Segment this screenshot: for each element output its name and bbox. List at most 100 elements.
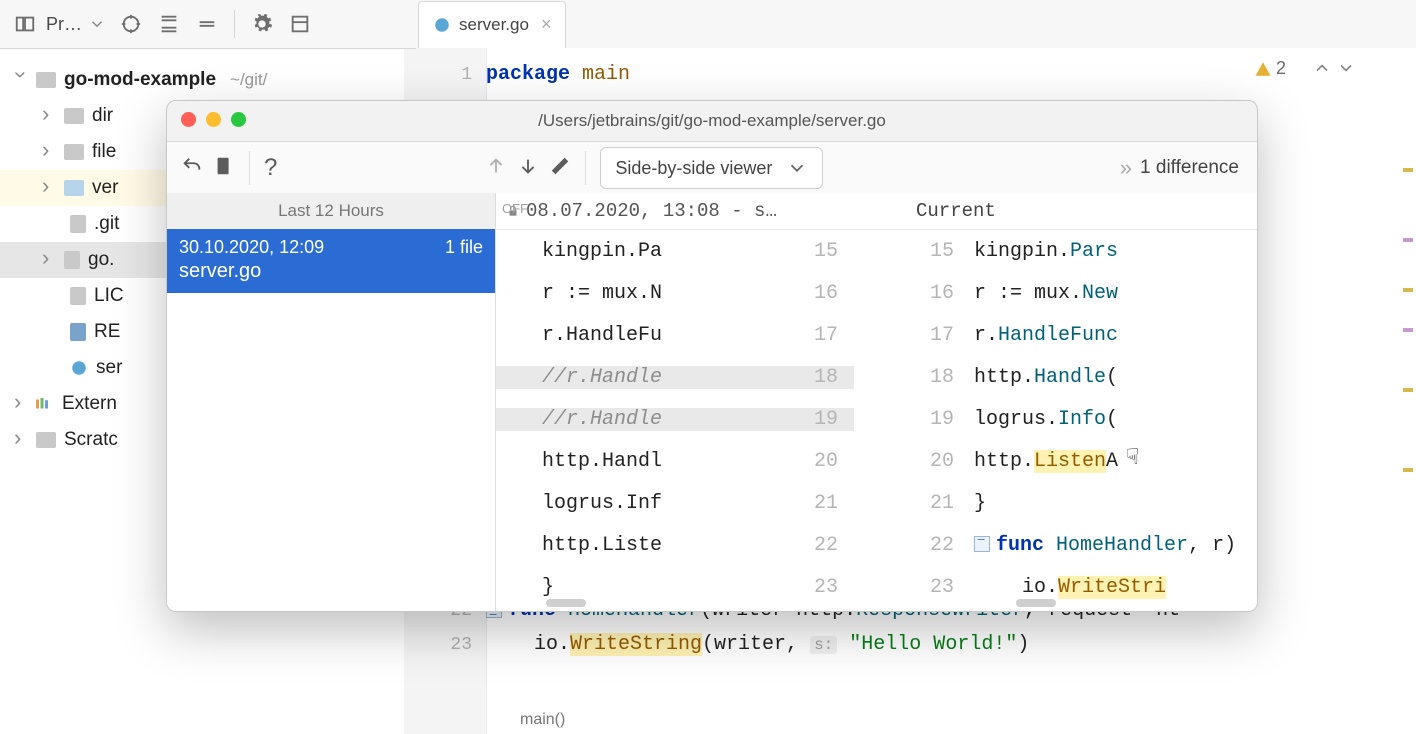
tree-root[interactable]: go-mod-example ~/git/: [0, 62, 404, 98]
prev-diff-icon[interactable]: [485, 155, 507, 181]
chevron-up-icon[interactable]: [1312, 58, 1332, 78]
new-line-number: 21: [894, 492, 964, 515]
close-window-icon[interactable]: [181, 112, 196, 127]
old-line-number: 16: [772, 282, 854, 305]
gear-icon[interactable]: [243, 5, 281, 43]
new-line-number: 17: [894, 324, 964, 347]
file-icon: [70, 215, 86, 233]
new-line-number: 19: [894, 408, 964, 431]
scroll-thumb[interactable]: [1016, 599, 1056, 607]
expand-all-icon[interactable]: [150, 5, 188, 43]
project-tool-icon[interactable]: [6, 5, 44, 43]
history-group-header: Last 12 Hours: [167, 193, 495, 229]
file-icon: [70, 287, 86, 305]
new-line-number: 22: [894, 534, 964, 557]
old-code: r.HandleFu: [496, 324, 772, 347]
old-line-number: 19: [772, 408, 854, 431]
hide-icon[interactable]: [281, 5, 319, 43]
chevron-down-icon[interactable]: [14, 61, 28, 99]
new-line-number: 15: [894, 240, 964, 263]
separator: [234, 10, 235, 38]
dialog-titlebar[interactable]: /Users/jetbrains/git/go-mod-example/serv…: [167, 101, 1257, 142]
project-dropdown[interactable]: Pr…: [46, 14, 106, 35]
file-icon: [64, 251, 80, 269]
old-code: kingpin.Pa: [496, 240, 772, 263]
folder-icon: [64, 144, 84, 160]
new-code: }: [964, 492, 1257, 515]
close-icon[interactable]: ×: [541, 14, 552, 35]
warning-icon: [1254, 60, 1272, 78]
history-item[interactable]: 30.10.2020, 12:091 file server.go: [167, 229, 495, 293]
chevron-right-icon[interactable]: [42, 241, 56, 279]
old-code: http.Liste: [496, 534, 772, 557]
new-code: http.Handle(: [964, 366, 1257, 389]
dialog-toolbar: ? Side-by-side viewer » 1 difference: [167, 142, 1257, 195]
old-line-number: 23: [772, 576, 854, 599]
hand-cursor-icon: ☟: [1126, 445, 1139, 471]
new-code: logrus.Info(: [964, 408, 1257, 431]
local-history-dialog: /Users/jetbrains/git/go-mod-example/serv…: [166, 100, 1258, 612]
breadcrumb[interactable]: main(): [486, 706, 565, 734]
tab-server-go[interactable]: server.go ×: [418, 1, 566, 48]
inspection-badge[interactable]: 2: [1254, 58, 1286, 79]
revert-icon[interactable]: [181, 155, 203, 181]
chevron-right-icon[interactable]: [14, 421, 28, 459]
old-code: //r.Handle: [496, 408, 772, 431]
diff-row[interactable]: //r.Handle1919logrus.Info(: [496, 398, 1257, 440]
diff-row[interactable]: kingpin.Pa1515kingpin.Pars: [496, 230, 1257, 272]
diff-row[interactable]: http.Liste2222func HomeHandler, r): [496, 524, 1257, 566]
new-line-number: 16: [894, 282, 964, 305]
gopher-icon: [433, 16, 451, 34]
new-line-number: 23: [894, 576, 964, 599]
chevron-right-icon[interactable]: [42, 97, 56, 135]
editor-scrollbar[interactable]: [1400, 108, 1416, 734]
old-code: r := mux.N: [496, 282, 772, 305]
diff-row[interactable]: r := mux.N1616r := mux.New: [496, 272, 1257, 314]
folder-icon: [64, 108, 84, 124]
chevron-down-icon: [88, 15, 106, 33]
edit-icon[interactable]: [549, 155, 571, 181]
inspection-nav[interactable]: [1312, 58, 1356, 78]
gopher-icon: [70, 359, 88, 377]
root-path: ~/git/: [230, 62, 267, 98]
viewer-mode-dropdown[interactable]: Side-by-side viewer: [600, 147, 823, 189]
chevron-down-icon[interactable]: [1336, 58, 1356, 78]
old-line-number: 18: [772, 366, 854, 389]
off-label: OFF: [498, 201, 542, 216]
patch-icon[interactable]: [213, 155, 235, 181]
new-code: func HomeHandler, r): [964, 534, 1257, 557]
diff-viewer[interactable]: 08.07.2020, 13:08 - s… Current kingpin.P…: [496, 193, 1257, 611]
new-code: r := mux.New: [964, 282, 1257, 305]
chevron-right-icon[interactable]: [42, 133, 56, 171]
new-code: r.HandleFunc: [964, 324, 1257, 347]
diff-row[interactable]: logrus.Inf2121}: [496, 482, 1257, 524]
current-revision-header: Current: [906, 193, 1257, 229]
maximize-window-icon[interactable]: [231, 112, 246, 127]
help-icon[interactable]: ?: [264, 154, 277, 182]
old-line-number: 20: [772, 450, 854, 473]
chevron-right-icon[interactable]: [42, 169, 56, 207]
old-line-number: 17: [772, 324, 854, 347]
tab-label: server.go: [459, 15, 529, 35]
chevron-right-icon: »: [1120, 155, 1132, 181]
diff-row[interactable]: }2323 io.WriteStri: [496, 566, 1257, 608]
md-icon: [70, 323, 86, 341]
chevron-down-icon: [786, 157, 808, 179]
old-line-number: 15: [772, 240, 854, 263]
new-line-number: 18: [894, 366, 964, 389]
scroll-thumb[interactable]: [546, 599, 586, 607]
diff-row[interactable]: //r.Handle1818http.Handle(: [496, 356, 1257, 398]
window-controls[interactable]: [181, 112, 246, 127]
old-code: }: [496, 576, 772, 599]
minimize-window-icon[interactable]: [206, 112, 221, 127]
old-code: //r.Handle: [496, 366, 772, 389]
collapse-all-icon[interactable]: [188, 5, 226, 43]
next-diff-icon[interactable]: [517, 155, 539, 181]
chevron-right-icon[interactable]: [14, 385, 28, 423]
diff-row[interactable]: r.HandleFu1717r.HandleFunc: [496, 314, 1257, 356]
history-list[interactable]: Last 12 Hours 30.10.2020, 12:091 file se…: [167, 193, 496, 611]
main-toolbar: Pr…: [0, 0, 416, 49]
target-icon[interactable]: [112, 5, 150, 43]
scratches-icon: [36, 432, 56, 448]
diff-row[interactable]: http.Handl2020http.ListenA: [496, 440, 1257, 482]
